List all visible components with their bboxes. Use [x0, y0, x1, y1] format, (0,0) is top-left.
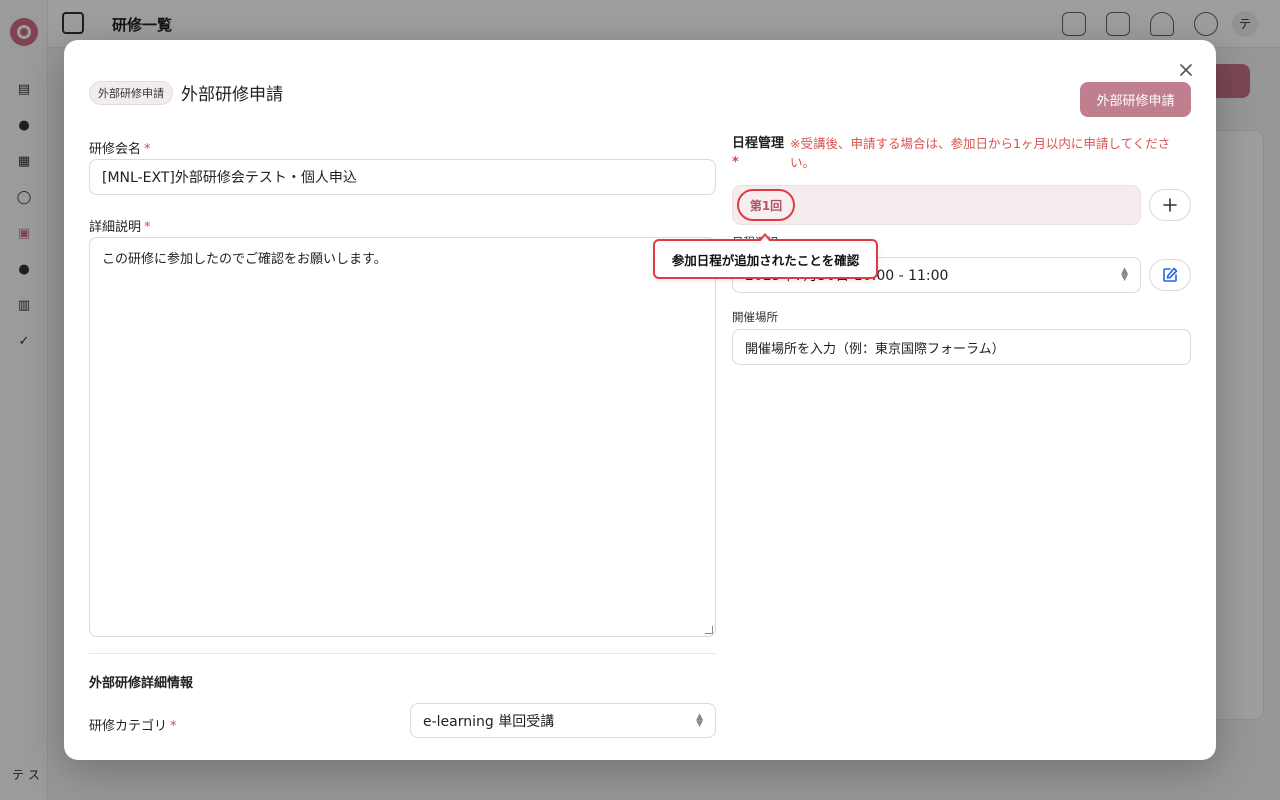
required-mark: * [732, 155, 739, 170]
add-round-button[interactable] [1149, 189, 1191, 221]
modal-title: 外部研修申請 [181, 85, 283, 105]
edit-icon [1163, 267, 1178, 282]
close-button[interactable] [1176, 60, 1196, 80]
tab-round-1[interactable]: 第1回 [737, 189, 795, 221]
category-select[interactable]: e-learning 単回受講 ▲ ▼ [410, 703, 716, 738]
plus-icon [1163, 198, 1177, 212]
submit-button[interactable]: 外部研修申請 [1080, 82, 1191, 117]
select-arrows-icon: ▲ ▼ [696, 711, 703, 729]
training-name-input[interactable]: [MNL-EXT]外部研修会テスト・個人申込 [89, 159, 716, 195]
location-input[interactable]: 開催場所を入力（例：東京国際フォーラム） [732, 329, 1191, 365]
external-training-modal: 外部研修申請 外部研修申請 外部研修申請 研修会名 * [MNL-EXT]外部研修… [64, 40, 1216, 760]
required-mark: * [144, 220, 151, 235]
schedule-note: ※受講後、申請する場合は、参加日から1ヶ月以内に申請してください。 [790, 136, 1171, 170]
modal-header: 外部研修申請 外部研修申請 [89, 80, 283, 105]
schedule-label: 日程管理 * [732, 136, 785, 170]
annotation-callout: 参加日程が追加されたことを確認 [653, 233, 878, 279]
required-mark: * [144, 142, 151, 157]
edit-schedule-button[interactable] [1149, 259, 1191, 291]
close-icon [1180, 64, 1192, 76]
description-textarea[interactable]: この研修に参加したのでご確認をお願いします。 [89, 237, 716, 637]
required-mark: * [170, 719, 177, 734]
detail-section-title: 外部研修詳細情報 [89, 676, 194, 691]
description-label: 詳細説明 * [89, 220, 151, 235]
training-name-label: 研修会名 * [89, 142, 151, 157]
select-arrows-icon: ▲ ▼ [1121, 266, 1128, 283]
category-label: 研修カテゴリ * [89, 719, 177, 734]
modal-badge: 外部研修申請 [89, 80, 173, 105]
resize-handle-icon[interactable] [705, 626, 713, 634]
section-divider [89, 653, 716, 654]
schedule-rounds-bar: 第1回 [732, 185, 1141, 225]
location-label: 開催場所 [732, 310, 778, 324]
